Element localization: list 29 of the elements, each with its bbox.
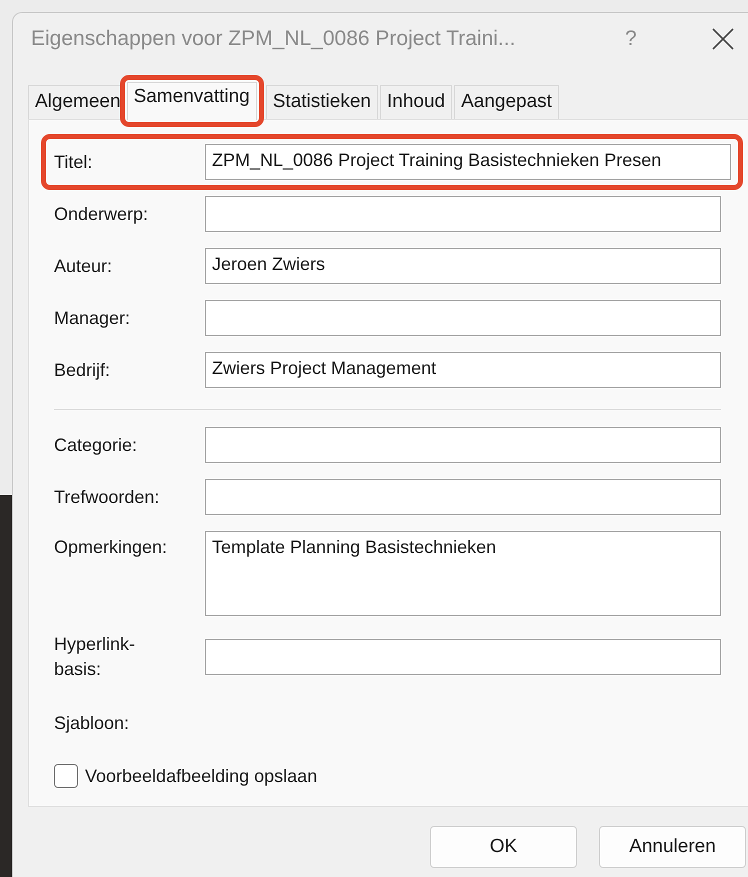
- tab[interactable]: Inhoud: [380, 85, 452, 119]
- input-field[interactable]: Jeroen Zwiers: [205, 248, 721, 284]
- field-label: Onderwerp:: [54, 202, 150, 226]
- field-label: Trefwoorden:: [54, 486, 160, 508]
- field-label: Opmerkingen:: [54, 536, 168, 559]
- input-field[interactable]: ZPM_NL_0086 Project Training Basistechnieken Presen: [205, 144, 731, 180]
- input-field[interactable]: [205, 427, 721, 463]
- checkbox[interactable]: [54, 764, 78, 788]
- tab[interactable]: Samenvatting: [126, 82, 257, 120]
- field-label: Bedrijf:: [54, 358, 112, 382]
- text-area[interactable]: Template Planning Basistechnieken: [205, 531, 721, 616]
- close-icon[interactable]: [712, 28, 734, 50]
- input-field[interactable]: [205, 639, 721, 675]
- input-field[interactable]: [205, 196, 721, 232]
- tab[interactable]: Aangepast: [454, 85, 559, 119]
- window-title: Eigenschappen voor ZPM_NL_0086 Project Traini...: [31, 27, 516, 51]
- tab[interactable]: Statistieken: [266, 85, 378, 119]
- field-label: Sjabloon:: [54, 712, 130, 735]
- cancel-button[interactable]: Annuleren: [599, 826, 746, 868]
- input-field[interactable]: [205, 300, 721, 336]
- field-label: Manager:: [54, 306, 132, 330]
- ok-button[interactable]: OK: [430, 826, 577, 868]
- input-field[interactable]: [205, 479, 721, 515]
- checkbox-label: Voorbeeldafbeelding opslaan: [85, 766, 318, 786]
- field-label: Titel:: [54, 150, 94, 174]
- field-label: Hyperlink-basis:: [54, 633, 136, 681]
- field-label: Categorie:: [54, 434, 138, 457]
- input-field[interactable]: Zwiers Project Management: [205, 352, 721, 388]
- field-label: Auteur:: [54, 254, 114, 278]
